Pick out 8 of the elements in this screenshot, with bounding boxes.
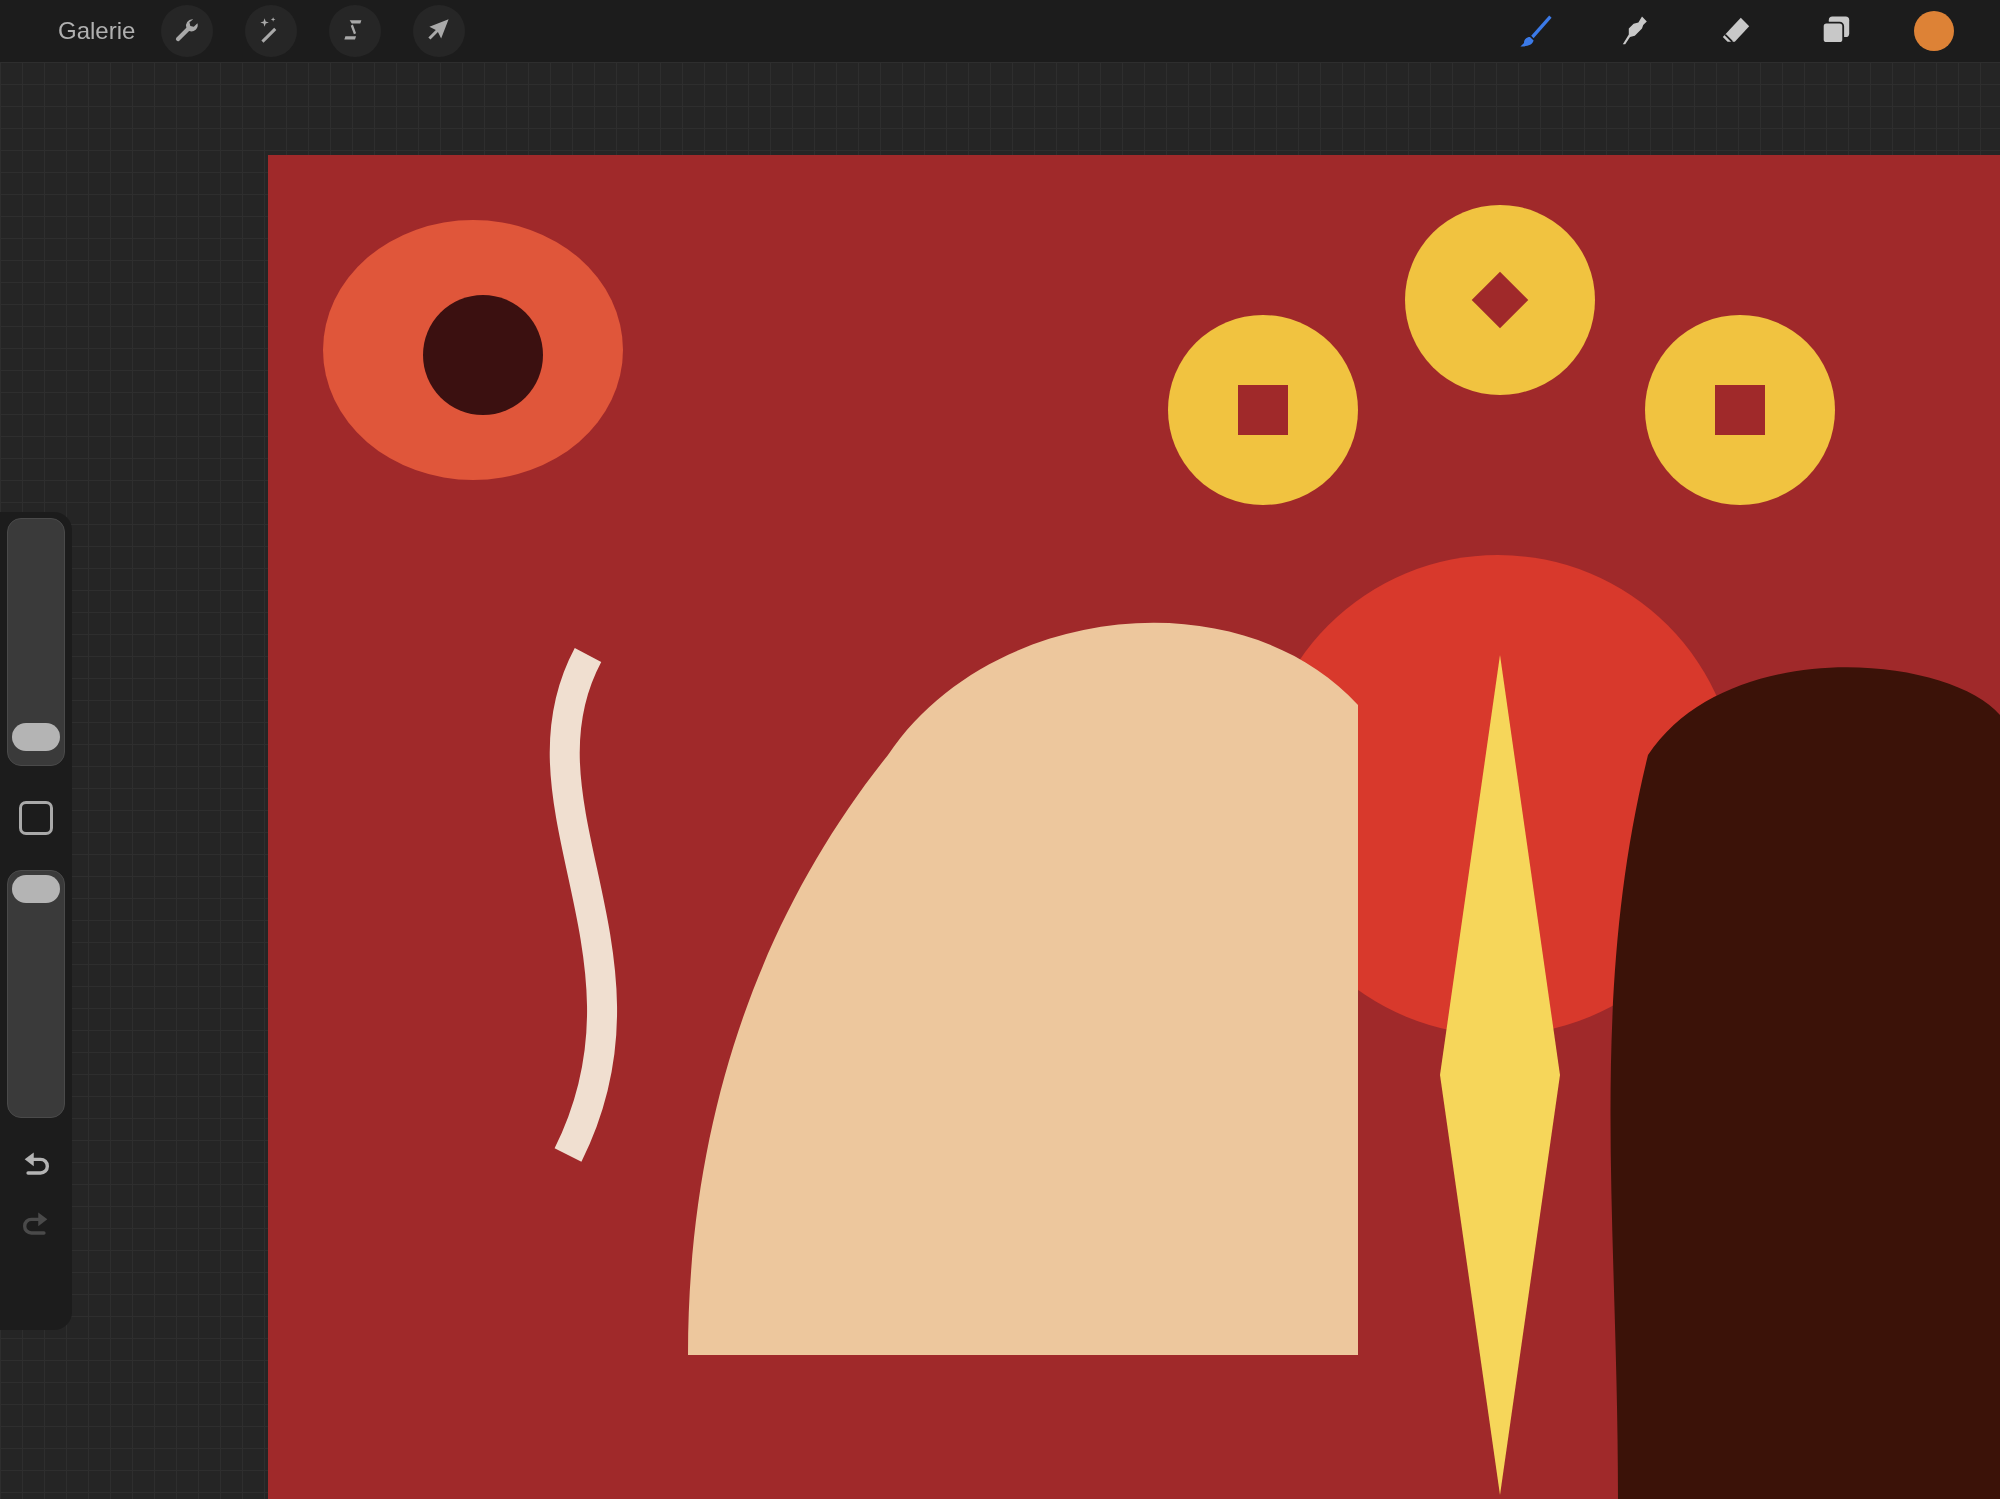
- opacity-slider[interactable]: [7, 870, 65, 1118]
- modify-button[interactable]: [19, 801, 53, 835]
- brush-icon[interactable]: [1518, 13, 1554, 49]
- slider-thumb[interactable]: [12, 875, 60, 903]
- gallery-link[interactable]: Galerie: [58, 17, 136, 45]
- slider-thumb[interactable]: [12, 722, 60, 751]
- color-swatch[interactable]: [1914, 11, 1954, 51]
- brush-size-slider[interactable]: [7, 518, 65, 766]
